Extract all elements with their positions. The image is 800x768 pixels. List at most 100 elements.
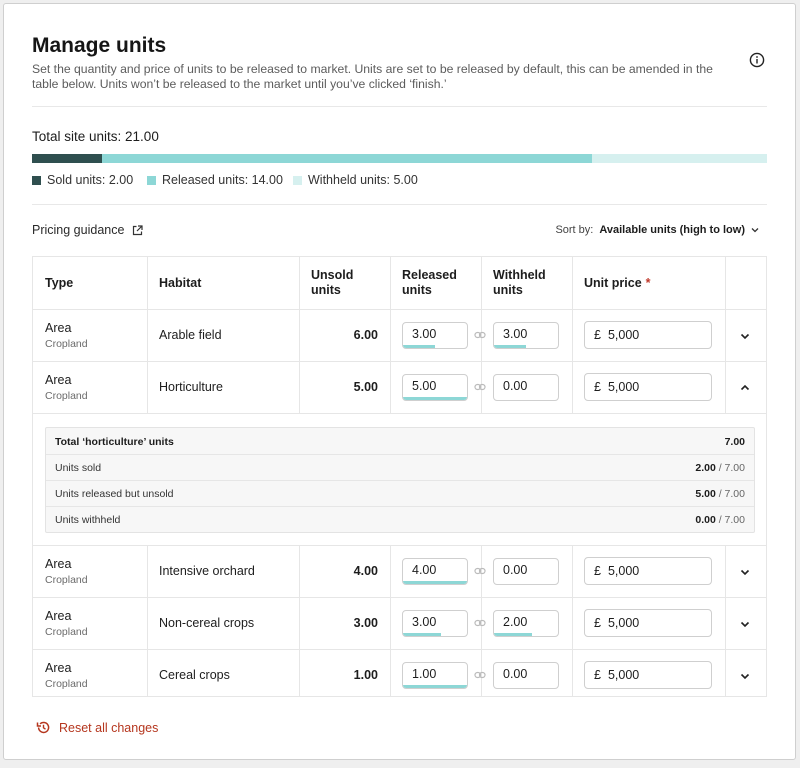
header-released: Released units bbox=[390, 257, 481, 309]
withheld-input[interactable]: 2.00 bbox=[493, 610, 559, 637]
row-subtype: Cropland bbox=[45, 574, 88, 586]
withheld-value: 3.00 bbox=[503, 327, 528, 341]
details-label: Units withheld bbox=[55, 514, 121, 526]
withheld-value: 2.00 bbox=[503, 615, 528, 629]
units-progress-bar bbox=[32, 154, 767, 163]
released-input[interactable]: 5.00 bbox=[402, 374, 468, 401]
chevron-down-icon[interactable] bbox=[739, 566, 751, 578]
released-value: 5.00 bbox=[412, 379, 437, 393]
currency-symbol: £ bbox=[594, 380, 601, 394]
chevron-down-icon[interactable] bbox=[739, 330, 751, 342]
released-segment bbox=[102, 154, 592, 163]
released-input[interactable]: 4.00 bbox=[402, 558, 468, 585]
details-of: / 7.00 bbox=[718, 488, 745, 500]
row-subtype: Cropland bbox=[45, 678, 88, 690]
unit-price-input[interactable]: £5,000 bbox=[584, 557, 712, 585]
legend-withheld: Withheld units: 5.00 bbox=[293, 173, 418, 187]
habitat-details-panel: Total ‘horticulture’ units 7.00 Units so… bbox=[45, 427, 755, 533]
unit-price-input[interactable]: £5,000 bbox=[584, 373, 712, 401]
released-input[interactable]: 3.00 bbox=[402, 610, 468, 637]
pricing-guidance-link[interactable]: Pricing guidance bbox=[32, 223, 144, 237]
row-habitat: Non-cereal crops bbox=[159, 616, 255, 630]
row-unsold: 1.00 bbox=[353, 668, 378, 682]
chevron-down-icon[interactable] bbox=[739, 618, 751, 630]
released-value: 4.00 bbox=[412, 563, 437, 577]
withheld-value: 0.00 bbox=[503, 379, 528, 393]
page-description: Set the quantity and price of units to b… bbox=[32, 62, 713, 91]
row-subtype: Cropland bbox=[45, 338, 88, 350]
row-unsold: 4.00 bbox=[353, 564, 378, 578]
link-icon bbox=[474, 671, 486, 679]
currency-symbol: £ bbox=[594, 564, 601, 578]
pricing-guidance-label: Pricing guidance bbox=[32, 223, 125, 237]
withheld-value: 0.00 bbox=[503, 563, 528, 577]
history-icon bbox=[36, 721, 50, 734]
released-value: 3.00 bbox=[412, 327, 437, 341]
details-row: Units withheld 0.00 / 7.00 bbox=[46, 506, 754, 531]
currency-symbol: £ bbox=[594, 616, 601, 630]
row-type: Area bbox=[45, 557, 72, 571]
reset-all-changes-button[interactable]: Reset all changes bbox=[36, 720, 158, 735]
header-withheld: Withheld units bbox=[481, 257, 572, 309]
legend-sold: Sold units: 2.00 bbox=[32, 173, 133, 187]
info-icon[interactable] bbox=[749, 52, 765, 68]
manage-units-panel: Manage units Set the quantity and price … bbox=[3, 3, 796, 760]
sort-label: Sort by: bbox=[555, 224, 594, 236]
table-row: Area Cropland Arable field 6.00 3.00 3.0… bbox=[33, 310, 766, 362]
link-icon bbox=[474, 567, 486, 575]
divider bbox=[32, 106, 767, 107]
row-habitat: Horticulture bbox=[159, 380, 223, 394]
row-habitat: Arable field bbox=[159, 328, 222, 342]
header-unsold-l2: units bbox=[311, 283, 341, 297]
unit-price-input[interactable]: £5,000 bbox=[584, 321, 712, 349]
chevron-down-icon[interactable] bbox=[751, 227, 759, 233]
header-released-l1: Released bbox=[402, 268, 457, 282]
details-of: / 7.00 bbox=[718, 462, 745, 474]
table-row: Area Cropland Non-cereal crops 3.00 3.00… bbox=[33, 598, 766, 650]
details-total: 7.00 bbox=[724, 436, 745, 448]
header-habitat: Habitat bbox=[159, 275, 202, 290]
divider bbox=[32, 204, 767, 205]
row-unsold: 3.00 bbox=[353, 616, 378, 630]
row-subtype: Cropland bbox=[45, 390, 88, 402]
page-title: Manage units bbox=[32, 34, 167, 57]
header-unsold: Unsold units bbox=[299, 257, 390, 309]
released-input[interactable]: 1.00 bbox=[402, 662, 468, 689]
chevron-down-icon[interactable] bbox=[739, 670, 751, 682]
withheld-swatch bbox=[293, 175, 302, 185]
withheld-fill bbox=[494, 633, 533, 636]
details-label: Units sold bbox=[55, 462, 102, 474]
withheld-input[interactable]: 3.00 bbox=[493, 322, 559, 349]
released-value: 3.00 bbox=[412, 615, 437, 629]
details-label: Units released but unsold bbox=[55, 488, 174, 500]
price-value: 5,000 bbox=[607, 328, 640, 342]
required-marker: * bbox=[645, 275, 651, 290]
currency-symbol: £ bbox=[594, 668, 601, 682]
link-icon bbox=[474, 383, 486, 391]
released-value: 1.00 bbox=[412, 667, 437, 681]
legend-released-label: Released units: 14.00 bbox=[162, 173, 283, 187]
withheld-input[interactable]: 0.00 bbox=[493, 374, 559, 401]
chevron-up-icon[interactable] bbox=[739, 382, 751, 394]
row-type: Area bbox=[45, 661, 72, 675]
unit-price-input[interactable]: £5,000 bbox=[584, 609, 712, 637]
details-total-row: Total ‘horticulture’ units 7.00 bbox=[46, 428, 754, 453]
sort-dropdown[interactable]: Available units (high to low) bbox=[599, 224, 745, 236]
sold-segment bbox=[32, 154, 102, 163]
released-fill bbox=[403, 397, 467, 400]
withheld-input[interactable]: 0.00 bbox=[493, 558, 559, 585]
released-fill bbox=[403, 345, 435, 348]
released-fill bbox=[403, 581, 467, 584]
unit-price-input[interactable]: £5,000 bbox=[584, 661, 712, 689]
sold-swatch bbox=[32, 175, 41, 185]
row-habitat: Intensive orchard bbox=[159, 564, 255, 578]
price-value: 5,000 bbox=[607, 616, 640, 630]
details-row: Units released but unsold 5.00 / 7.00 bbox=[46, 480, 754, 505]
table-row: Area Cropland Horticulture 5.00 5.00 0.0… bbox=[33, 362, 766, 414]
released-swatch bbox=[147, 175, 156, 185]
row-type: Area bbox=[45, 321, 72, 335]
released-input[interactable]: 3.00 bbox=[402, 322, 468, 349]
sort-control: Sort by: Available units (high to low) bbox=[555, 224, 759, 236]
details-value: 5.00 bbox=[695, 488, 716, 500]
withheld-input[interactable]: 0.00 bbox=[493, 662, 559, 689]
